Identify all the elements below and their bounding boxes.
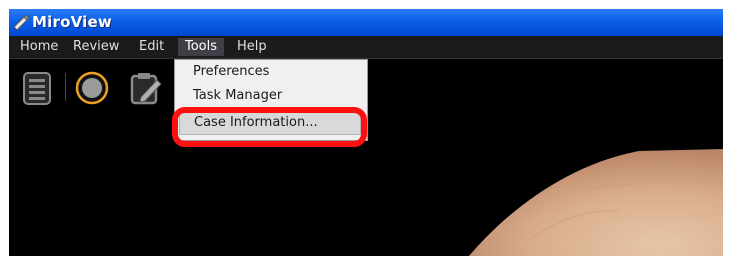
skin-image xyxy=(469,149,723,256)
toolbar xyxy=(9,59,179,107)
menu-item-preferences[interactable]: Preferences xyxy=(175,60,367,84)
app-title: MiroView xyxy=(32,13,112,31)
menu-tools[interactable]: Tools xyxy=(178,38,224,56)
clipboard-edit-icon[interactable] xyxy=(129,71,163,105)
toolbar-separator xyxy=(65,73,66,101)
menu-help[interactable]: Help xyxy=(234,38,270,56)
highlight-annotation xyxy=(172,107,367,147)
pencil-icon xyxy=(13,14,30,30)
title-bar[interactable]: MiroView xyxy=(9,9,723,36)
record-circle-icon[interactable] xyxy=(75,71,109,105)
menu-edit[interactable]: Edit xyxy=(136,38,167,56)
app-window: MiroView Home Review Edit Tools Help Pre… xyxy=(9,9,723,256)
menu-review[interactable]: Review xyxy=(70,38,122,56)
menu-bar: Home Review Edit Tools Help xyxy=(9,36,723,59)
menu-home[interactable]: Home xyxy=(17,38,61,56)
menu-item-task-manager[interactable]: Task Manager xyxy=(175,84,367,108)
list-document-icon[interactable] xyxy=(21,71,55,105)
